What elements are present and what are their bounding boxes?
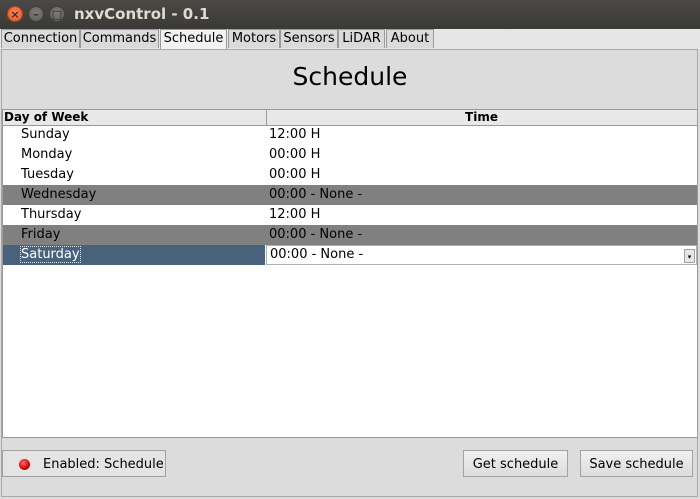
table-row-selected[interactable]: Saturday 00:00 - None - ▾: [3, 245, 697, 265]
close-icon[interactable]: ×: [7, 6, 23, 22]
time-cell: 12:00 H: [269, 207, 321, 222]
tab-motors[interactable]: Motors: [228, 29, 280, 48]
table-header: Day of Week Time: [3, 110, 697, 126]
tab-connection[interactable]: Connection: [1, 29, 80, 48]
day-cell: Tuesday: [21, 167, 74, 182]
day-cell: Wednesday: [21, 187, 97, 202]
time-dropdown[interactable]: 00:00 - None - ▾: [266, 245, 697, 265]
tab-bar: Connection Commands Schedule Motors Sens…: [0, 29, 700, 50]
title-bar: × – □ nxvControl - 0.1: [0, 0, 700, 29]
red-led-icon: [19, 459, 30, 470]
maximize-icon[interactable]: □: [49, 6, 65, 22]
table-row[interactable]: Wednesday 00:00 - None -: [3, 185, 697, 205]
table-row[interactable]: Tuesday 00:00 H: [3, 165, 697, 185]
schedule-table[interactable]: Day of Week Time Sunday 12:00 H Monday 0…: [2, 109, 698, 438]
time-cell: 00:00 H: [269, 147, 321, 162]
tab-sensors[interactable]: Sensors: [280, 29, 338, 48]
minimize-icon[interactable]: –: [28, 6, 44, 22]
tab-about[interactable]: About: [386, 29, 434, 48]
tab-commands[interactable]: Commands: [80, 29, 159, 48]
time-cell: 00:00 H: [269, 167, 321, 182]
chevron-down-icon[interactable]: ▾: [684, 249, 695, 263]
table-row[interactable]: Friday 00:00 - None -: [3, 225, 697, 245]
column-header-day[interactable]: Day of Week: [3, 110, 267, 125]
tab-schedule[interactable]: Schedule: [160, 29, 227, 50]
table-row[interactable]: Thursday 12:00 H: [3, 205, 697, 225]
time-cell: 00:00 - None -: [269, 187, 363, 202]
status-text: Enabled: Schedule: [43, 457, 164, 472]
save-schedule-button[interactable]: Save schedule: [580, 450, 693, 477]
time-cell: 12:00 H: [269, 127, 321, 142]
status-box: Enabled: Schedule: [2, 450, 166, 477]
window-title: nxvControl - 0.1: [74, 5, 210, 23]
day-cell: Saturday: [20, 245, 265, 265]
day-cell: Monday: [21, 147, 73, 162]
day-cell: Thursday: [21, 207, 82, 222]
page-title: Schedule: [292, 62, 408, 91]
time-dropdown-value: 00:00 - None -: [270, 247, 364, 262]
table-row[interactable]: Sunday 12:00 H: [3, 125, 697, 145]
time-cell: 00:00 - None -: [269, 227, 363, 242]
day-cell-label: Saturday: [20, 246, 81, 263]
column-header-time[interactable]: Time: [266, 110, 697, 125]
tab-lidar[interactable]: LiDAR: [338, 29, 385, 48]
table-row[interactable]: Monday 00:00 H: [3, 145, 697, 165]
day-cell: Friday: [21, 227, 61, 242]
day-cell: Sunday: [21, 127, 70, 142]
get-schedule-button[interactable]: Get schedule: [463, 450, 568, 477]
